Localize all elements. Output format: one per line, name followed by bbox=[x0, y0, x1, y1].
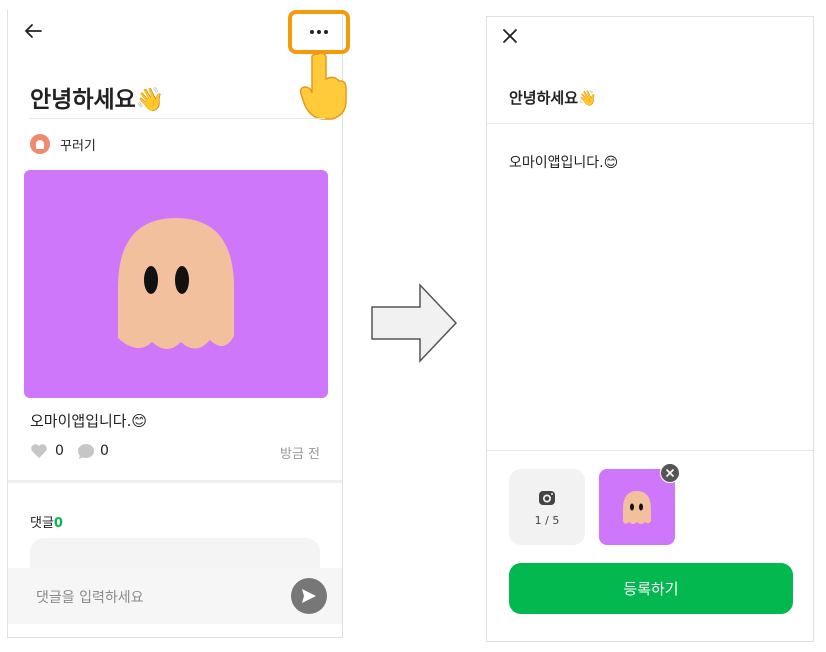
divider bbox=[30, 118, 325, 119]
comments-header: 댓글0 bbox=[30, 512, 63, 531]
more-button[interactable] bbox=[288, 10, 350, 54]
edit-title[interactable]: 안녕하세요👋 bbox=[509, 87, 597, 108]
post-body: 오마이앱입니다.😊 bbox=[30, 412, 148, 430]
transition-arrow-icon bbox=[370, 283, 458, 367]
remove-photo-icon[interactable] bbox=[660, 463, 680, 483]
comment-count: 0 bbox=[100, 443, 109, 459]
post-title: 안녕하세요👋 bbox=[30, 87, 165, 113]
post-detail-screen: 안녕하세요👋 꾸러기 오마이앱입니다.😊 0 0 방금 전 댓글0 댓글을 입력… bbox=[7, 10, 350, 638]
ghost-illustration bbox=[118, 218, 234, 349]
like-count: 0 bbox=[55, 443, 64, 459]
close-icon[interactable] bbox=[501, 27, 519, 49]
more-icon bbox=[309, 30, 330, 34]
comments-label: 댓글 bbox=[30, 516, 54, 531]
divider bbox=[487, 123, 813, 124]
post-image[interactable] bbox=[24, 170, 328, 398]
add-photo-button[interactable]: 1 / 5 bbox=[509, 469, 585, 545]
pointing-hand-icon bbox=[298, 50, 348, 124]
edit-body[interactable]: 오마이앱입니다.😊 bbox=[509, 152, 618, 172]
comments-count: 0 bbox=[53, 516, 63, 531]
comment-input[interactable]: 댓글을 입력하세요 bbox=[36, 587, 144, 607]
back-arrow-icon[interactable] bbox=[22, 20, 44, 42]
avatar bbox=[30, 134, 50, 154]
comment-input-bar: 댓글을 입력하세요 bbox=[8, 568, 342, 624]
author-name: 꾸러기 bbox=[60, 139, 96, 154]
send-icon[interactable] bbox=[291, 578, 327, 614]
photo-counter: 1 / 5 bbox=[534, 514, 560, 527]
submit-button[interactable]: 등록하기 bbox=[509, 563, 793, 614]
speech-bubble-icon[interactable] bbox=[77, 443, 95, 464]
heart-icon[interactable] bbox=[30, 443, 48, 463]
post-time: 방금 전 bbox=[280, 447, 321, 462]
camera-icon bbox=[538, 489, 556, 511]
edit-post-screen: 안녕하세요👋 오마이앱입니다.😊 1 / 5 등록하기 bbox=[486, 16, 814, 642]
section-divider bbox=[8, 480, 342, 483]
divider bbox=[487, 450, 813, 451]
